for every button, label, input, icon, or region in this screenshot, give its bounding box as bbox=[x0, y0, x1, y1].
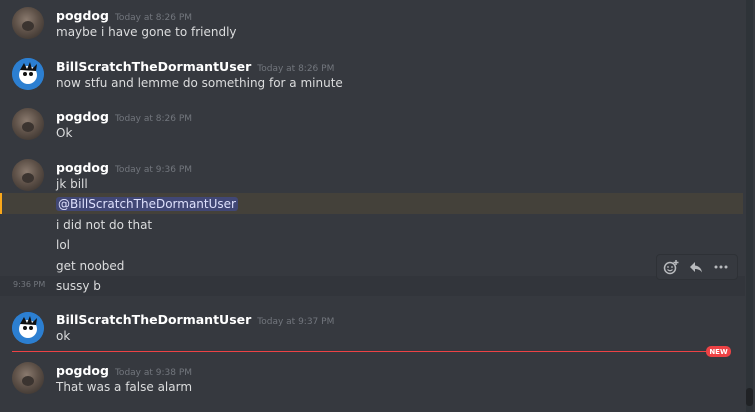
timestamp: Today at 8:26 PM bbox=[257, 64, 335, 74]
add-reaction-icon bbox=[663, 260, 679, 275]
message-text: @BillScratchTheDormantUser bbox=[56, 196, 238, 212]
mention-bar bbox=[0, 193, 2, 214]
avatar[interactable] bbox=[12, 362, 44, 394]
timestamp: Today at 9:36 PM bbox=[114, 165, 193, 175]
new-messages-divider bbox=[12, 351, 712, 352]
avatar[interactable] bbox=[12, 312, 44, 344]
message-toolbar bbox=[656, 254, 738, 280]
username[interactable]: pogdog bbox=[56, 160, 109, 175]
message-text: i did not do that bbox=[56, 218, 153, 232]
message-text: That was a false alarm bbox=[56, 380, 193, 394]
message-text: Ok bbox=[56, 126, 73, 140]
scrollbar-thumb[interactable] bbox=[746, 388, 753, 406]
timestamp: Today at 9:38 PM bbox=[114, 368, 193, 378]
scrollbar-track[interactable] bbox=[746, 0, 753, 412]
avatar[interactable] bbox=[12, 108, 44, 140]
message-text: jk bill bbox=[56, 177, 88, 191]
message-text: get noobed bbox=[56, 259, 125, 273]
new-badge: NEW bbox=[706, 346, 731, 357]
user-mention[interactable]: @BillScratchTheDormantUser bbox=[56, 197, 238, 211]
more-icon bbox=[714, 265, 728, 269]
username[interactable]: pogdog bbox=[56, 363, 109, 378]
avatar[interactable] bbox=[12, 7, 44, 39]
message-text: now stfu and lemme do something for a mi… bbox=[56, 76, 343, 90]
add-reaction-button[interactable] bbox=[660, 257, 682, 277]
message-header: BillScratchTheDormantUser Today at 9:37 P… bbox=[56, 312, 334, 330]
avatar[interactable] bbox=[12, 58, 44, 90]
username[interactable]: pogdog bbox=[56, 8, 109, 23]
message-text: ok bbox=[56, 329, 71, 343]
username[interactable]: BillScratchTheDormantUser bbox=[56, 312, 251, 327]
timestamp: Today at 8:26 PM bbox=[114, 13, 193, 23]
message-header: pogdog Today at 8:26 PM bbox=[56, 109, 192, 127]
hover-timestamp: 9:36 PM bbox=[13, 280, 46, 289]
more-button[interactable] bbox=[710, 257, 732, 277]
timestamp: Today at 9:37 PM bbox=[257, 317, 335, 327]
message-text: maybe i have gone to friendly bbox=[56, 25, 237, 39]
reply-button[interactable] bbox=[685, 257, 707, 277]
avatar-art-icon bbox=[12, 58, 44, 90]
avatar-art-icon bbox=[12, 312, 44, 344]
username[interactable]: BillScratchTheDormantUser bbox=[56, 59, 251, 74]
message-text: sussy b bbox=[56, 279, 101, 293]
timestamp: Today at 8:26 PM bbox=[114, 114, 193, 124]
message-text: lol bbox=[56, 238, 71, 252]
reply-icon bbox=[690, 262, 702, 273]
username[interactable]: pogdog bbox=[56, 109, 109, 124]
avatar[interactable] bbox=[12, 159, 44, 191]
hovered-message-row[interactable] bbox=[0, 276, 745, 296]
